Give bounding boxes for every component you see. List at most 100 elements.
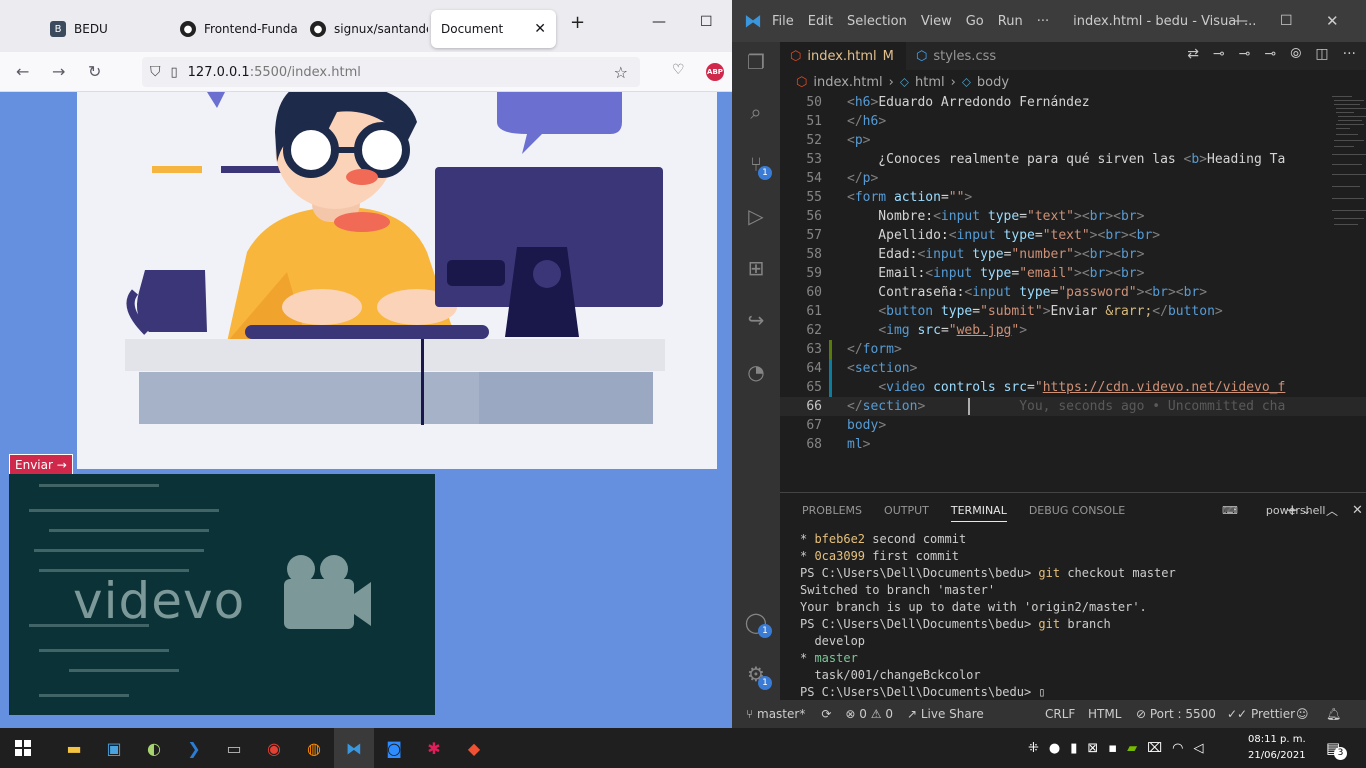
close-window-icon[interactable]: ✕ (1326, 12, 1339, 30)
tab-frontend-funda[interactable]: ● Frontend-Funda (170, 10, 298, 48)
forward-icon[interactable]: → (52, 62, 65, 81)
live-share-status[interactable]: ↗ Live Share (907, 707, 984, 721)
tab-terminal[interactable]: TERMINAL (950, 504, 1007, 522)
minimap[interactable] (1330, 94, 1366, 234)
start-button[interactable] (0, 728, 46, 768)
source-control-icon[interactable]: ⑂ 1 (744, 152, 772, 180)
menu-item[interactable]: Go (966, 14, 984, 29)
microphone-icon[interactable]: ● (1049, 741, 1060, 756)
sync-icon[interactable]: ⟳ (821, 707, 831, 721)
camera-icon[interactable]: ▮ (1070, 741, 1077, 756)
source-control-badge: 1 (758, 166, 772, 180)
maximize-panel-icon[interactable]: ︿ (1326, 502, 1338, 519)
tab-signux[interactable]: ● signux/santande (300, 10, 428, 48)
port-status[interactable]: ⊘ Port : 5500 (1136, 707, 1216, 721)
open-changes-icon[interactable]: ⦾ (1290, 46, 1301, 62)
prettier-status[interactable]: ✓✓ Prettier (1227, 707, 1295, 721)
chrome-icon[interactable]: ◉ (254, 728, 294, 768)
tab-output[interactable]: OUTPUT (884, 504, 929, 517)
shield-icon[interactable]: ⛉ (150, 64, 161, 80)
maximize-icon[interactable]: ☐ (700, 14, 713, 30)
minimize-icon[interactable]: — (1234, 13, 1248, 29)
nvidia-icon[interactable]: ▰ (1127, 741, 1137, 756)
eol-status[interactable]: CRLF (1045, 707, 1075, 721)
tab-debug-console[interactable]: DEBUG CONSOLE (1029, 504, 1125, 517)
adblock-icon[interactable]: ABP (706, 63, 724, 81)
git-graph-icon[interactable]: ◔ (744, 360, 768, 384)
tab-problems[interactable]: PROBLEMS (802, 504, 862, 517)
control-panel-icon[interactable]: ▣ (94, 728, 134, 768)
menu-item[interactable]: Run (998, 14, 1023, 29)
url-bar[interactable]: ⛉ ▯ 127.0.0.1:5500/index.html ☆ (142, 57, 640, 87)
firefox-icon[interactable]: ◍ (294, 728, 334, 768)
language-status[interactable]: HTML (1088, 707, 1121, 721)
clock-time: 08:11 p. m. (1248, 734, 1306, 745)
menu-item[interactable]: File (772, 14, 794, 29)
line-number: 63 (806, 342, 822, 357)
page-icon: ▯ (170, 64, 178, 80)
settings-gear-icon[interactable]: ⚙ 1 (744, 662, 772, 690)
submit-button[interactable]: Enviar → (9, 454, 73, 475)
notifications-bell-icon[interactable]: 🔔︎ (1326, 707, 1341, 721)
back-icon[interactable]: ← (16, 62, 29, 81)
code-text: </section> You, seconds ago • Uncommitte… (847, 399, 1286, 414)
breadcrumb-html[interactable]: html (915, 75, 945, 90)
css3-icon: ⬡ (916, 48, 928, 64)
minimize-icon[interactable]: — (652, 14, 666, 30)
breadcrumb-body[interactable]: body (977, 75, 1009, 90)
breadcrumb-file[interactable]: index.html (813, 75, 882, 90)
chevron-down-icon[interactable]: ⌄ (1302, 504, 1311, 517)
language-icon[interactable]: ⌧ (1147, 741, 1162, 756)
powershell-icon[interactable]: ❯ (174, 728, 214, 768)
problems-status[interactable]: ⊗ 0 ⚠ 0 (845, 707, 893, 721)
feedback-icon[interactable]: ☺ (1296, 707, 1309, 721)
accounts-icon[interactable]: ◯ 1 (744, 610, 772, 638)
git-commit-icon[interactable]: ⊸ (1213, 46, 1225, 62)
wifi-icon[interactable]: ◠ (1172, 741, 1183, 756)
menu-item[interactable]: ··· (1037, 14, 1049, 29)
search-icon[interactable]: ⌕ (744, 100, 768, 124)
file-explorer-icon[interactable]: ▬ (54, 728, 94, 768)
tab-document[interactable]: Document ✕ (431, 10, 556, 48)
menu-item[interactable]: View (921, 14, 952, 29)
app-pinned-icon[interactable]: ◐ (134, 728, 174, 768)
clock[interactable]: 08:11 p. m. 21/06/2021 (1248, 732, 1306, 764)
new-terminal-icon[interactable]: + (1286, 501, 1299, 519)
more-actions-icon[interactable]: ··· (1343, 46, 1356, 62)
tab-styles-css[interactable]: ⬡ styles.css (906, 42, 1036, 70)
next-change-icon[interactable]: ⊸ (1264, 46, 1276, 62)
bookmark-star-icon[interactable]: ☆ (614, 63, 628, 82)
pocket-icon[interactable]: ♡ (672, 62, 685, 78)
git-branch-status[interactable]: ⑂ master* (746, 707, 805, 721)
run-debug-icon[interactable]: ▷ (744, 204, 768, 228)
extensions-icon[interactable]: ⊞ (744, 256, 768, 280)
explorer-icon[interactable]: ❐ (744, 50, 768, 74)
tab-bedu[interactable]: B BEDU (40, 10, 168, 48)
tray-app-icon[interactable]: ▪ (1108, 741, 1117, 756)
menu-item[interactable]: Selection (847, 14, 907, 29)
vscode-taskbar-icon[interactable]: ⧓ (334, 728, 374, 768)
terminal-output[interactable]: * bfeb6e2 second commit * 0ca3099 first … (800, 531, 1176, 701)
volume-icon[interactable]: ◁ (1193, 741, 1203, 756)
reload-icon[interactable]: ↻ (88, 62, 101, 81)
compare-changes-icon[interactable]: ⇄ (1187, 46, 1199, 62)
close-tab-icon[interactable]: ✕ (534, 21, 546, 37)
action-center-icon[interactable]: ▤ 3 (1326, 739, 1347, 760)
zoom-icon[interactable]: ◙ (374, 728, 414, 768)
tray-app-icon[interactable]: ⊠ (1087, 741, 1098, 756)
command-prompt-icon[interactable]: ▭ (214, 728, 254, 768)
video-player[interactable]: videvo (9, 474, 435, 715)
menu-item[interactable]: Edit (808, 14, 833, 29)
git-gui-icon[interactable]: ◆ (454, 728, 494, 768)
code-text: <section> (847, 361, 918, 376)
maximize-icon[interactable]: ☐ (1280, 13, 1293, 29)
code-editor[interactable]: 50 <h6>Eduardo Arredondo Fernández 51 </h6>… (780, 94, 1366, 492)
tab-index-html[interactable]: ⬡ index.html M (780, 42, 906, 70)
tray-app-icon[interactable]: ⁜ (1028, 741, 1039, 756)
close-panel-icon[interactable]: ✕ (1352, 503, 1363, 518)
remote-icon[interactable]: ↪ (744, 308, 768, 332)
previous-change-icon[interactable]: ⊸ (1239, 46, 1251, 62)
split-editor-icon[interactable]: ◫ (1315, 46, 1328, 62)
new-tab-button[interactable]: + (570, 12, 585, 33)
slack-icon[interactable]: ✱ (414, 728, 454, 768)
